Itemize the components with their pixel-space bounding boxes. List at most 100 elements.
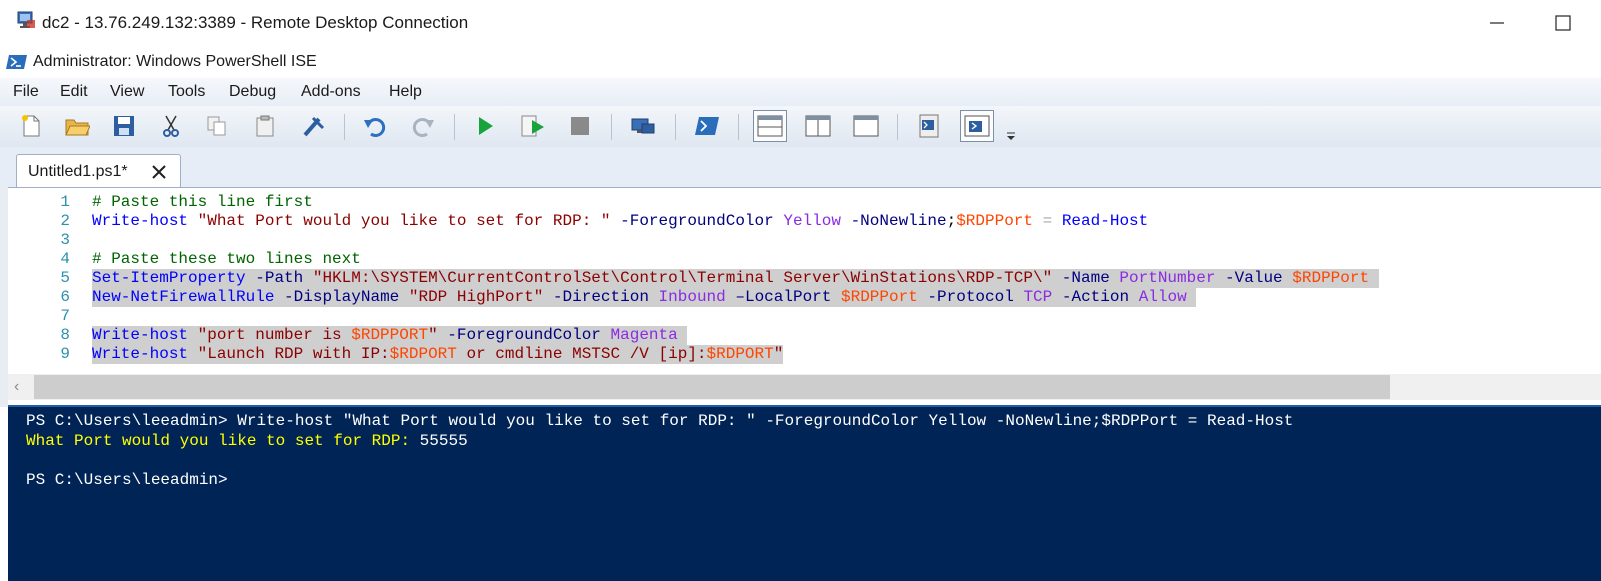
- code-text: # Paste this line first: [92, 193, 313, 212]
- copy-icon[interactable]: [200, 110, 234, 142]
- code-text: Write-host "port number is $RDPPORT" -Fo…: [92, 326, 688, 345]
- cut-icon[interactable]: [154, 110, 188, 142]
- show-command-addon-icon[interactable]: [960, 110, 994, 142]
- console-pane[interactable]: PS C:\Users\leeadmin> Write-host "What P…: [8, 405, 1601, 581]
- menu-edit[interactable]: Edit: [60, 83, 88, 101]
- code-token: "What Port would you like to set for RDP…: [197, 212, 611, 230]
- run-script-icon[interactable]: [468, 110, 502, 142]
- code-token: =: [1042, 212, 1053, 230]
- code-token: $RDPORT: [706, 345, 774, 363]
- paste-icon[interactable]: [248, 110, 282, 142]
- code-token: -Action: [1061, 288, 1130, 306]
- stop-operation-icon[interactable]: [563, 110, 597, 142]
- code-token: $RDPPort: [840, 288, 918, 306]
- code-token: Write-host: [92, 326, 189, 344]
- code-token: $RDPORT: [389, 345, 457, 363]
- undo-icon[interactable]: [358, 110, 392, 142]
- show-script-right-icon[interactable]: [801, 110, 835, 142]
- code-token: Yellow: [783, 212, 841, 230]
- line-number: 4: [60, 250, 70, 268]
- console-text: PS C:\Users\leeadmin>: [26, 470, 228, 489]
- line-number: 1: [60, 193, 70, 211]
- code-token: -NoNewline: [850, 212, 947, 230]
- menu-file[interactable]: File: [13, 83, 39, 101]
- code-token: -ForegroundColor: [447, 326, 601, 344]
- console-input-value: 55555: [419, 431, 468, 450]
- toolbar: [0, 106, 1601, 148]
- run-selection-icon[interactable]: [516, 110, 550, 142]
- code-text: Write-host "What Port would you like to …: [92, 212, 1148, 231]
- code-text: Set-ItemProperty -Path "HKLM:\SYSTEM\Cur…: [92, 269, 1379, 288]
- code-token: PortNumber: [1119, 269, 1216, 287]
- code-token: "port number is: [197, 326, 352, 344]
- menu-view[interactable]: View: [110, 83, 144, 101]
- code-token: ;: [946, 212, 957, 230]
- editor-horizontal-scrollbar[interactable]: ‹: [8, 374, 1601, 400]
- menu-bar: File Edit View Tools Debug Add-ons Help: [0, 78, 1601, 106]
- code-token: -Direction: [552, 288, 649, 306]
- save-icon[interactable]: [107, 110, 141, 142]
- new-remote-tab-icon[interactable]: [626, 110, 660, 142]
- scroll-left-icon[interactable]: ‹: [14, 378, 30, 396]
- code-token: ": [773, 345, 784, 363]
- open-folder-icon[interactable]: [60, 110, 94, 142]
- show-script-maximized-icon[interactable]: [849, 110, 883, 142]
- script-editor[interactable]: 1 # Paste this line first 2 Write-host "Wha…: [8, 187, 1601, 375]
- show-command-window-icon[interactable]: [912, 110, 946, 142]
- code-token: # Paste these two lines next: [92, 250, 361, 268]
- powershell-ise-icon: [6, 52, 28, 72]
- toolbar-overflow-icon[interactable]: [1006, 128, 1016, 146]
- redo-icon[interactable]: [406, 110, 440, 142]
- tab-untitled1[interactable]: Untitled1.ps1*: [16, 154, 181, 188]
- close-tab-icon[interactable]: [150, 163, 168, 181]
- tab-label: Untitled1.ps1*: [28, 163, 128, 180]
- code-token: or cmdline MSTSC /V [ip]:: [456, 345, 707, 363]
- code-token: Read-Host: [1061, 212, 1149, 230]
- code-token: TCP: [1023, 288, 1053, 306]
- code-token: –LocalPort: [735, 288, 832, 306]
- code-token: "Launch RDP with IP:: [197, 345, 390, 363]
- console-line: PS C:\Users\leeadmin> Write-host "What P…: [26, 412, 1293, 431]
- new-file-icon[interactable]: [14, 110, 48, 142]
- code-text: # Paste these two lines next: [92, 250, 361, 269]
- minimize-button[interactable]: [1478, 8, 1518, 38]
- code-token: Write-host: [92, 212, 189, 230]
- menu-add-ons[interactable]: Add-ons: [301, 83, 361, 101]
- line-number: 6: [60, 288, 70, 306]
- show-script-top-icon[interactable]: [753, 110, 787, 142]
- console-text: What Port would you like to set for RDP:: [26, 431, 420, 450]
- line-number: 9: [60, 345, 70, 363]
- menu-debug[interactable]: Debug: [229, 83, 276, 101]
- code-token: ": [428, 326, 438, 344]
- code-token: $RDPPort: [1292, 269, 1370, 287]
- start-powershell-icon[interactable]: [690, 110, 724, 142]
- line-number: 5: [60, 269, 70, 287]
- menu-help[interactable]: Help: [389, 83, 422, 101]
- ise-window-title: Administrator: Windows PowerShell ISE: [33, 53, 317, 70]
- menu-tools[interactable]: Tools: [168, 83, 205, 101]
- code-token: $RDPPort: [956, 212, 1033, 230]
- clear-console-icon[interactable]: [296, 110, 330, 142]
- scroll-thumb[interactable]: [34, 375, 1390, 399]
- maximize-button[interactable]: [1541, 8, 1581, 38]
